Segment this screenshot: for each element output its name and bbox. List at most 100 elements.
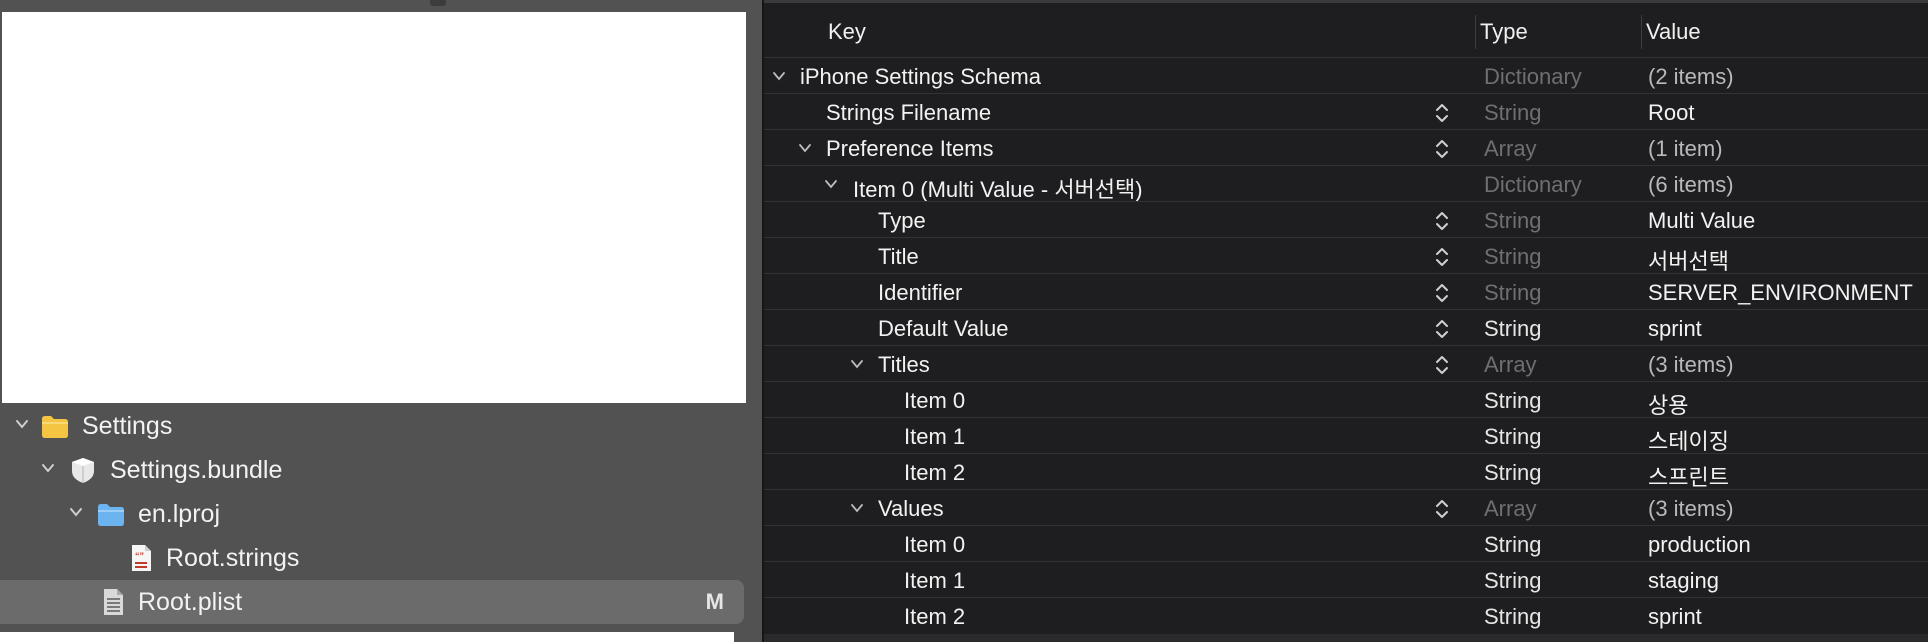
plist-row[interactable]: Item 1 String 스테이징	[764, 417, 1928, 454]
plist-value[interactable]: sprint	[1648, 316, 1702, 342]
plist-row[interactable]: Item 0 (Multi Value - 서버선택) Dictionary (…	[764, 165, 1928, 202]
plist-value: (6 items)	[1648, 172, 1734, 197]
folder-icon	[98, 504, 124, 526]
type-stepper-icon[interactable]	[1434, 280, 1450, 306]
plist-row[interactable]: Values Array (3 items)	[764, 489, 1928, 526]
plist-value[interactable]: staging	[1648, 568, 1719, 594]
plist-key[interactable]: Type	[878, 208, 926, 234]
nav-item-label: en.lproj	[138, 500, 220, 528]
type-stepper-icon[interactable]	[1434, 352, 1450, 378]
plist-type[interactable]: Array	[1484, 352, 1537, 378]
modified-badge: M	[705, 589, 724, 614]
chevron-down-icon[interactable]	[850, 357, 864, 371]
plist-row[interactable]: Identifier String SERVER_ENVIRONMENT	[764, 273, 1928, 310]
plist-type[interactable]: Array	[1484, 496, 1537, 522]
plist-type[interactable]: String	[1484, 568, 1541, 594]
plist-type[interactable]: String	[1484, 532, 1541, 558]
folder-icon	[42, 416, 68, 438]
plist-type[interactable]: String	[1484, 460, 1541, 486]
plist-value[interactable]: Root	[1648, 100, 1694, 126]
plist-type[interactable]: String	[1484, 604, 1541, 630]
plist-row[interactable]: Item 2 String sprint	[764, 597, 1928, 634]
plist-row[interactable]: Item 2 String 스프린트	[764, 453, 1928, 490]
plist-row[interactable]: iPhone Settings Schema Dictionary (2 ite…	[764, 57, 1928, 94]
chevron-down-icon[interactable]	[68, 504, 84, 520]
plist-row[interactable]: Preference Items Array (1 item)	[764, 129, 1928, 166]
plist-type[interactable]: Dictionary	[1484, 172, 1582, 198]
nav-item-en-lproj[interactable]: en.lproj	[0, 492, 762, 536]
plist-value[interactable]: production	[1648, 532, 1751, 558]
plist-value: (2 items)	[1648, 64, 1734, 89]
plist-type[interactable]: String	[1484, 424, 1541, 450]
plist-type[interactable]: String	[1484, 388, 1541, 414]
nav-item-label: Root.plist	[138, 588, 243, 616]
plist-value: (1 item)	[1648, 136, 1723, 161]
type-stepper-icon[interactable]	[1434, 136, 1450, 162]
plist-row[interactable]: Strings Filename String Root	[764, 93, 1928, 130]
chevron-down-icon[interactable]	[850, 501, 864, 515]
column-header-key[interactable]: Key	[828, 19, 866, 45]
plist-type[interactable]: Dictionary	[1484, 64, 1582, 90]
plist-key[interactable]: Default Value	[878, 316, 1008, 342]
type-stepper-icon[interactable]	[1434, 100, 1450, 126]
plist-key[interactable]: Item 1	[904, 424, 965, 450]
plist-row[interactable]: Titles Array (3 items)	[764, 345, 1928, 382]
nav-item-settings-bundle[interactable]: Settings.bundle	[0, 448, 762, 492]
column-separator[interactable]	[1475, 15, 1476, 49]
plist-key[interactable]: Item 0 (Multi Value - 서버선택)	[853, 172, 1143, 204]
plist-key[interactable]: Preference Items	[826, 136, 994, 162]
nav-item-root-strings[interactable]: “” Root.strings	[0, 536, 762, 580]
nav-item-root-plist[interactable]: Root.plist M	[0, 580, 744, 624]
plist-type[interactable]: String	[1484, 316, 1541, 342]
plist-row[interactable]: Item 1 String staging	[764, 561, 1928, 598]
plist-key[interactable]: Title	[878, 244, 919, 270]
type-stepper-icon[interactable]	[1434, 208, 1450, 234]
bundle-icon	[72, 458, 94, 483]
plist-key[interactable]: Item 1	[904, 568, 965, 594]
plist-value[interactable]: SERVER_ENVIRONMENT	[1648, 280, 1913, 306]
plist-key[interactable]: Item 0	[904, 388, 965, 414]
plist-key[interactable]: Strings Filename	[826, 100, 991, 126]
column-header-value[interactable]: Value	[1646, 19, 1701, 45]
chevron-down-icon[interactable]	[40, 460, 56, 476]
strings-file-icon: “”	[132, 545, 151, 571]
plist-type[interactable]: String	[1484, 280, 1541, 306]
plist-row[interactable]: Title String 서버선택	[764, 237, 1928, 274]
plist-key[interactable]: Item 2	[904, 460, 965, 486]
plist-value[interactable]: 스프린트	[1648, 460, 1729, 492]
plist-key[interactable]: iPhone Settings Schema	[800, 64, 1041, 90]
plist-type[interactable]: String	[1484, 208, 1541, 234]
plist-value[interactable]: Multi Value	[1648, 208, 1755, 234]
plist-value[interactable]: sprint	[1648, 604, 1702, 630]
plist-row[interactable]: Default Value String sprint	[764, 309, 1928, 346]
plist-type[interactable]: String	[1484, 244, 1541, 270]
chevron-down-icon[interactable]	[824, 177, 838, 191]
plist-row[interactable]: Item 0 String 상용	[764, 381, 1928, 418]
column-header-type[interactable]: Type	[1480, 19, 1528, 45]
type-stepper-icon[interactable]	[1434, 316, 1450, 342]
plist-value[interactable]: 상용	[1648, 388, 1688, 420]
chevron-down-icon[interactable]	[14, 416, 30, 432]
navigator-bottom-strip	[0, 632, 734, 642]
type-stepper-icon[interactable]	[1434, 244, 1450, 270]
plist-type[interactable]: String	[1484, 100, 1541, 126]
plist-row[interactable]: Item 0 String production	[764, 525, 1928, 562]
plist-key[interactable]: Identifier	[878, 280, 962, 306]
project-navigator: Settings Settings.bundle en.lproj “” Roo…	[0, 0, 762, 642]
nav-item-settings-group[interactable]: Settings	[0, 404, 762, 448]
plist-key[interactable]: Values	[878, 496, 944, 522]
plist-value[interactable]: 스테이징	[1648, 424, 1729, 456]
plist-row[interactable]: Type String Multi Value	[764, 201, 1928, 238]
editor-bottom-strip	[764, 634, 1928, 642]
plist-key[interactable]: Item 0	[904, 532, 965, 558]
chevron-down-icon[interactable]	[772, 69, 786, 83]
plist-type[interactable]: Array	[1484, 136, 1537, 162]
plist-key[interactable]: Item 2	[904, 604, 965, 630]
plist-value[interactable]: 서버선택	[1648, 244, 1729, 276]
nav-item-label: Root.strings	[166, 544, 300, 572]
chevron-down-icon[interactable]	[798, 141, 812, 155]
column-separator[interactable]	[1641, 15, 1642, 49]
type-stepper-icon[interactable]	[1434, 496, 1450, 522]
plist-key[interactable]: Titles	[878, 352, 930, 378]
nav-item-label: Settings	[82, 412, 173, 440]
